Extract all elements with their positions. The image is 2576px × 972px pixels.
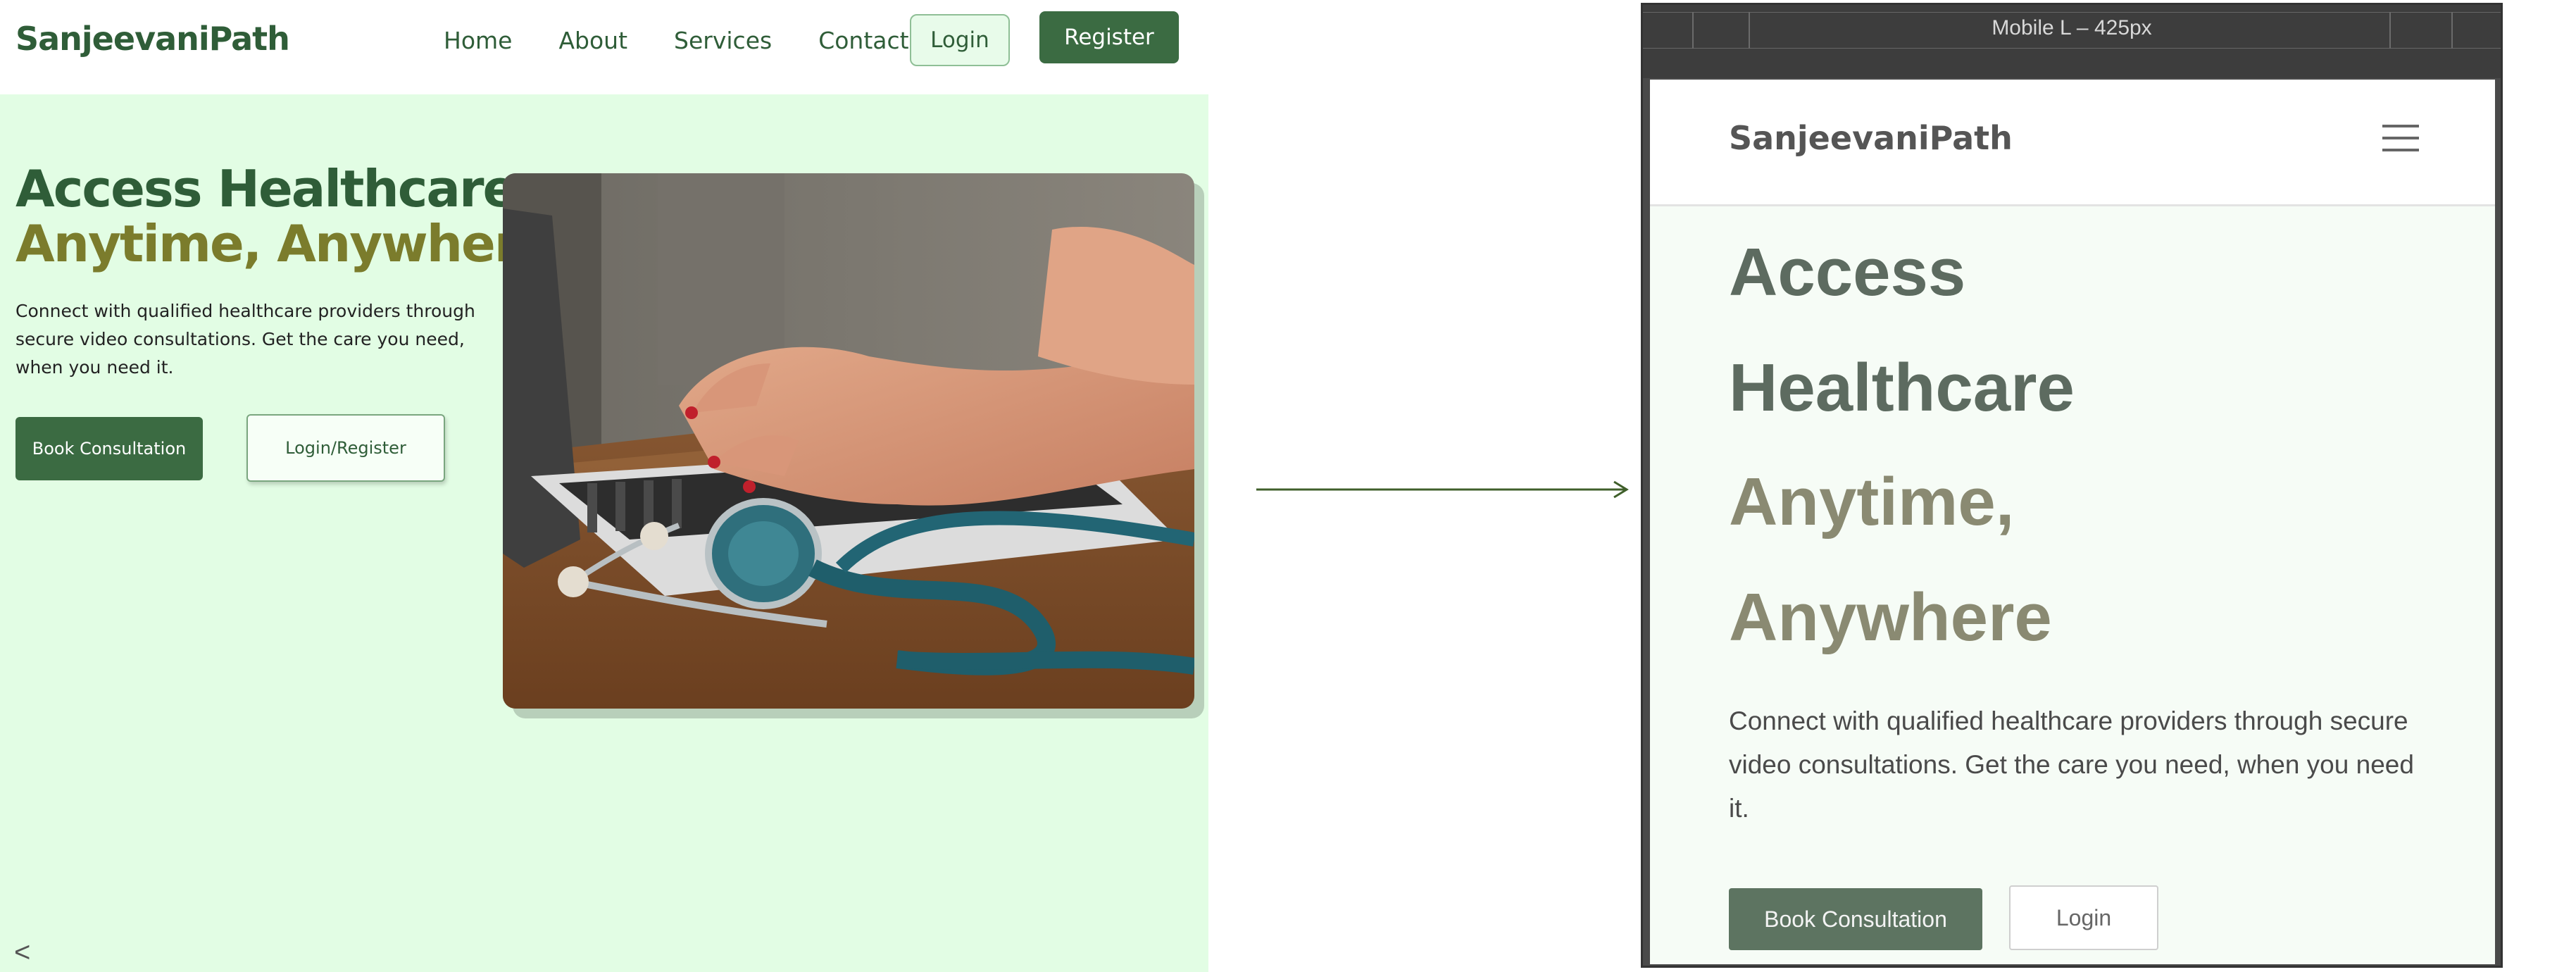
login-button[interactable]: Login [910, 14, 1010, 66]
mobile-headline-dark: Access Healthcare [1729, 215, 2075, 446]
mobile-book-consultation-button[interactable]: Book Consultation [1729, 888, 1982, 950]
desktop-navbar: SanjeevaniPath Home About Services Conta… [0, 0, 1208, 94]
mobile-site-logo[interactable]: SanjeevaniPath [1729, 119, 2013, 157]
mobile-navbar: SanjeevaniPath [1650, 80, 2495, 206]
hero-headline-line1: Access Healthcare [15, 159, 517, 218]
mobile-screen: SanjeevaniPath Access Healthcare Anytime… [1650, 80, 2495, 964]
headline-word: Healthcare [1729, 350, 2075, 425]
nav-services-link[interactable]: Services [674, 27, 772, 54]
site-logo[interactable]: SanjeevaniPath [15, 20, 290, 58]
carousel-prev-icon[interactable]: < [14, 937, 30, 968]
hero-image [503, 173, 1194, 709]
book-consultation-button[interactable]: Book Consultation [15, 417, 203, 480]
device-toolbar: Mobile L – 425px [1643, 5, 2501, 78]
hamburger-icon[interactable] [2382, 125, 2419, 158]
mobile-preview-frame: Mobile L – 425px SanjeevaniPath Access H… [1641, 3, 2503, 968]
hero-description: Connect with qualified healthcare provid… [15, 301, 475, 378]
nav-links: Home About Services Contact [444, 27, 909, 54]
headline-word: Access [1729, 235, 1966, 310]
laptop-stethoscope-photo [503, 173, 1194, 709]
hero-headline-line2: Anytime, Anywhere [15, 214, 552, 273]
mobile-login-button[interactable]: Login [2009, 885, 2158, 950]
headline-word: Anytime, [1729, 464, 2015, 540]
nav-about-link[interactable]: About [558, 27, 627, 54]
desktop-view: SanjeevaniPath Home About Services Conta… [0, 0, 1208, 972]
mobile-headline-olive: Anytime, Anywhere [1729, 444, 2052, 675]
mobile-hero-description: Connect with qualified healthcare provid… [1729, 706, 2414, 823]
viewport-label: Mobile L – 425px [1992, 16, 2152, 39]
login-register-button[interactable]: Login/Register [246, 414, 445, 482]
transition-arrow-icon [1256, 480, 1629, 499]
nav-home-link[interactable]: Home [444, 27, 512, 54]
nav-contact-link[interactable]: Contact [818, 27, 908, 54]
headline-word: Anywhere [1729, 580, 2052, 655]
register-button[interactable]: Register [1039, 11, 1179, 63]
